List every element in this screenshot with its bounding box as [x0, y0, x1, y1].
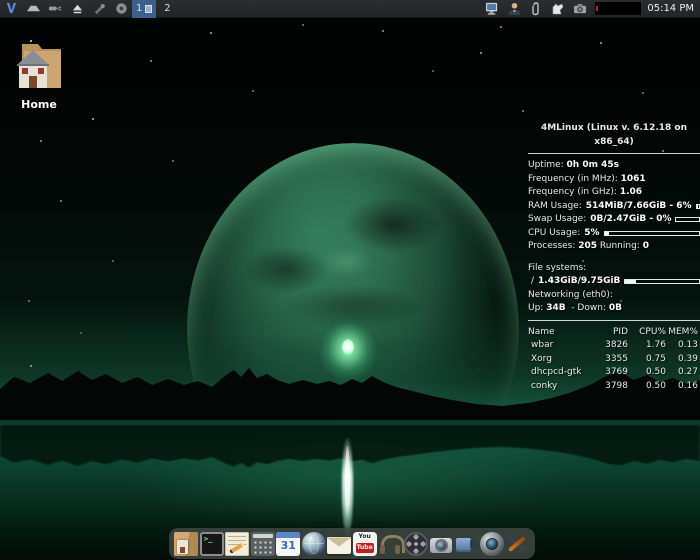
col-header-mem: MEM% [666, 326, 698, 340]
dock-item-file-manager[interactable] [174, 532, 198, 556]
dock-item-movie-player[interactable] [404, 532, 428, 556]
process-pid: 3355 [592, 353, 628, 367]
ram-usage-bar [696, 204, 700, 209]
clock[interactable]: 05:14 PM [647, 3, 694, 14]
camera-icon[interactable] [572, 2, 588, 16]
home-desktop-icon[interactable]: Home [10, 38, 68, 111]
conky-title: 4MLinux (Linux v. 6.12.18 on x86_64) [528, 122, 700, 149]
conky-divider-2 [528, 320, 700, 321]
swap-usage-bar [675, 217, 700, 222]
dock-item-graphics-tools[interactable] [505, 532, 529, 556]
dock-item-terminal[interactable] [200, 532, 224, 556]
process-pid: 3826 [592, 339, 628, 353]
conky-fs-row: / 1.43GiB/9.75GiB [528, 275, 700, 289]
process-cpu: 0.75 [628, 353, 666, 367]
display-icon[interactable] [484, 2, 500, 16]
process-mem: 0.27 [666, 366, 698, 380]
dock-item-calculator[interactable] [251, 532, 275, 556]
process-name: dhcpcd-gtk [528, 366, 592, 380]
process-cpu: 0.50 [628, 366, 666, 380]
workspace-1-label: 1 [136, 3, 142, 14]
light-reflection-core [345, 446, 350, 521]
conky-process-table: Name PID CPU% MEM% wbar 3826 1.76 0.13 X… [528, 326, 700, 394]
spray-icon[interactable] [91, 2, 107, 16]
dock-item-webcam[interactable] [480, 532, 504, 556]
process-name: conky [528, 380, 592, 394]
dock-item-web-browser[interactable] [302, 532, 326, 556]
conky-net-row: Up: 34B - Down: 0B [528, 302, 700, 316]
conky-cpu-row: CPU Usage: 5% [528, 227, 700, 241]
dock-item-email[interactable] [327, 537, 351, 554]
workspace-2-label: 2 [164, 3, 170, 14]
process-cpu: 0.50 [628, 380, 666, 394]
conky-uptime-row: Uptime: 0h 0m 45s [528, 159, 700, 173]
app-logo-icon[interactable] [3, 2, 19, 16]
conky-freq-ghz-row: Frequency (in GHz): 1.06 [528, 186, 700, 200]
dock-item-calendar[interactable] [276, 532, 300, 556]
notification-dot [596, 6, 598, 11]
home-folder-house-icon [14, 38, 64, 92]
conky-freq-mhz-row: Frequency (in MHz): 1061 [528, 173, 700, 187]
plug-icon[interactable] [47, 2, 63, 16]
dock-item-youtube[interactable] [353, 532, 377, 556]
col-header-pid: PID [592, 326, 628, 340]
stars [0, 18, 2, 20]
dock-item-video-camera[interactable] [454, 532, 478, 556]
process-name: wbar [528, 339, 592, 353]
workspace-1[interactable]: 1 [132, 0, 156, 18]
conky-swap-row: Swap Usage: 0B/2.47GiB - 0% [528, 213, 700, 227]
taskbar: 1 2 05:14 PM [0, 0, 700, 18]
dock-item-photo-camera[interactable] [429, 532, 453, 556]
workspace-1-window-preview [145, 5, 152, 13]
conky-net-header: Networking (eth0): [528, 289, 700, 303]
process-mem: 0.13 [666, 339, 698, 353]
conky-ram-row: RAM Usage: 514MiB/7.66GiB - 6% [528, 200, 700, 214]
dock-item-audio-player[interactable] [378, 532, 402, 556]
home-icon-label: Home [10, 98, 68, 111]
workspace-2[interactable]: 2 [156, 0, 178, 18]
process-pid: 3769 [592, 366, 628, 380]
widget-trapezoid-icon[interactable] [25, 2, 41, 16]
conky-processes-row: Processes: 205 Running: 0 [528, 240, 700, 254]
eject-icon[interactable] [69, 2, 85, 16]
process-cpu: 1.76 [628, 339, 666, 353]
gesture-icon[interactable] [550, 2, 566, 16]
process-pid: 3798 [592, 380, 628, 394]
application-dock [169, 528, 535, 559]
cpu-usage-bar [604, 231, 700, 236]
glow-orb [342, 339, 354, 356]
conky-fs-header: File systems: [528, 262, 700, 276]
conky-divider [528, 153, 700, 154]
filesystem-usage-bar [624, 279, 700, 284]
process-mem: 0.39 [666, 353, 698, 367]
conky-system-monitor: 4MLinux (Linux v. 6.12.18 on x86_64) Upt… [528, 122, 700, 393]
process-name: Xorg [528, 353, 592, 367]
dock-item-text-editor[interactable] [225, 532, 249, 556]
col-header-cpu: CPU% [628, 326, 666, 340]
tray-window-preview[interactable] [595, 2, 641, 15]
paperclip-icon[interactable] [528, 2, 544, 16]
disc-icon[interactable] [113, 2, 129, 16]
process-mem: 0.16 [666, 380, 698, 394]
desktop-wallpaper: Home 4MLinux (Linux v. 6.12.18 on x86_64… [0, 18, 700, 560]
col-header-name: Name [528, 326, 592, 340]
user-icon[interactable] [506, 2, 522, 16]
